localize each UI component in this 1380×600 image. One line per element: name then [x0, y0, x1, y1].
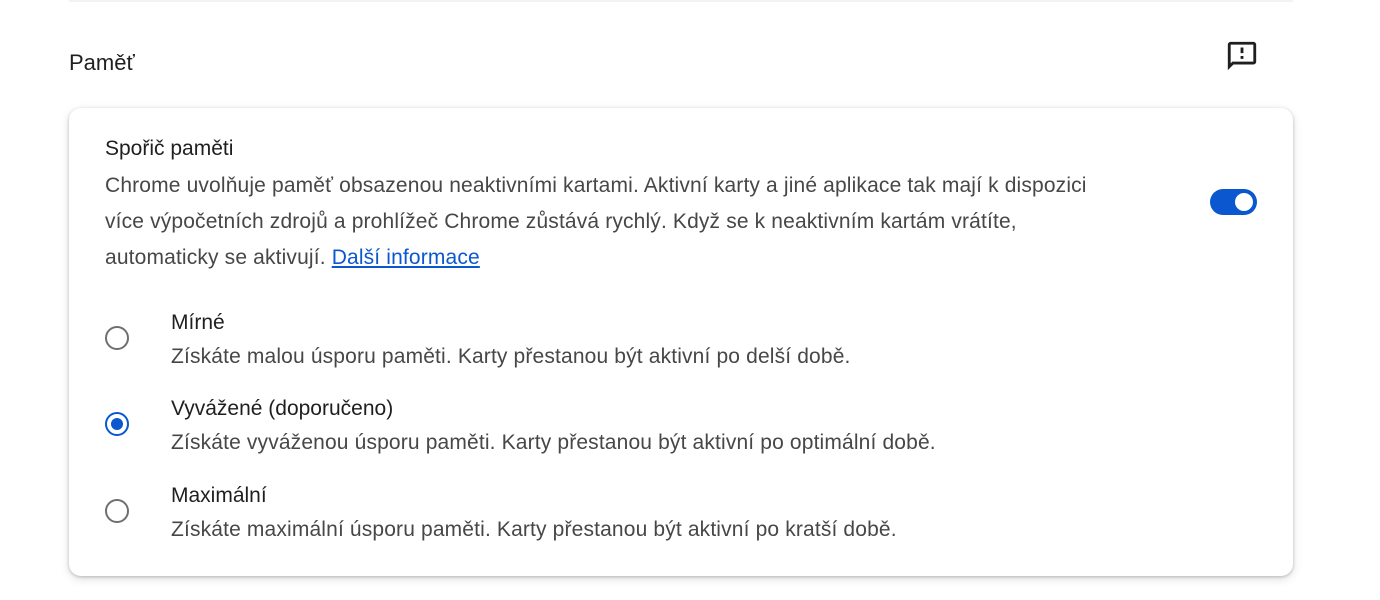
option-label: Vyvážené (doporučeno): [171, 397, 394, 420]
radio-button-balanced[interactable]: [105, 412, 129, 436]
feedback-button[interactable]: [1222, 38, 1262, 78]
option-description: Získáte vyváženou úsporu paměti. Karty p…: [171, 431, 936, 454]
memory-saver-title: Spořič paměti: [105, 137, 234, 160]
memory-saver-card: Spořič paměti Chrome uvolňuje paměť obsa…: [69, 108, 1293, 576]
option-label: Mírné: [171, 311, 225, 334]
section-title: Paměť: [69, 50, 135, 75]
feedback-icon: [1225, 39, 1259, 78]
memory-saver-description: Chrome uvolňuje paměť obsazenou neaktivn…: [105, 168, 1125, 276]
memory-saver-toggle[interactable]: [1210, 189, 1257, 215]
option-description: Získáte maximální úsporu paměti. Karty p…: [171, 518, 897, 541]
toggle-knob: [1235, 193, 1253, 211]
radio-button-moderate[interactable]: [105, 326, 129, 350]
radio-option-moderate[interactable]: Mírné Získáte malou úsporu paměti. Karty…: [69, 308, 1293, 386]
option-label: Maximální: [171, 484, 267, 507]
radio-option-balanced[interactable]: Vyvážené (doporučeno) Získáte vyváženou …: [69, 394, 1293, 472]
learn-more-link[interactable]: Další informace: [332, 246, 480, 269]
section-divider: [69, 0, 1293, 2]
option-description: Získáte malou úsporu paměti. Karty přest…: [171, 345, 851, 368]
radio-button-maximum[interactable]: [105, 499, 129, 523]
memory-saver-description-text: Chrome uvolňuje paměť obsazenou neaktivn…: [105, 174, 1087, 269]
radio-option-maximum[interactable]: Maximální Získáte maximální úsporu pamět…: [69, 481, 1293, 559]
